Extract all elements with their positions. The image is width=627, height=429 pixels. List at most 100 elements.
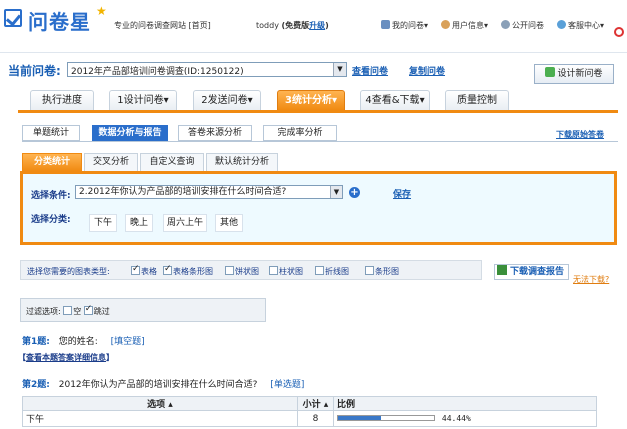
- header-option[interactable]: 选项 ▴: [22, 396, 298, 411]
- tab-default-stats[interactable]: 默认统计分析: [206, 153, 278, 171]
- table-row: 下午 8 44.44%: [22, 410, 597, 427]
- category-other[interactable]: 其他: [215, 214, 243, 232]
- headset-icon: [557, 20, 566, 29]
- chevron-down-icon: ▼: [333, 63, 346, 76]
- filter-option-skip[interactable]: 跳过: [83, 304, 110, 316]
- tab-send[interactable]: 2发送问卷▾: [193, 90, 261, 110]
- logo[interactable]: 问卷星 ★: [4, 4, 107, 34]
- chart-option-table[interactable]: 表格: [131, 264, 157, 277]
- upgrade-link[interactable]: 升级: [309, 21, 325, 30]
- view-survey-text: 查看问卷: [352, 67, 389, 77]
- survey-select-value: 2012年产品部培训问卷调查(ID:1250122): [71, 67, 244, 77]
- checkbox[interactable]: [315, 266, 324, 275]
- tab-label: 质量控制: [457, 95, 497, 106]
- bracket-close: 】: [106, 353, 114, 362]
- view-survey-link[interactable]: 查看问卷: [352, 64, 388, 77]
- tab-label: 4查看&下载: [365, 95, 420, 106]
- topnav-public-surveys[interactable]: 公开问卷: [501, 20, 544, 31]
- subtab-label: 答卷来源分析: [187, 128, 242, 138]
- header-label: 小计: [302, 400, 321, 410]
- tab-cross-analysis[interactable]: 交叉分析: [84, 153, 138, 171]
- subtab-completion[interactable]: 完成率分析: [263, 125, 337, 141]
- checkbox-checked[interactable]: [163, 264, 172, 275]
- tab-design[interactable]: 1设计问卷▾: [109, 90, 177, 110]
- subtab-data-analysis[interactable]: 数据分析与报告: [92, 125, 168, 141]
- slogan: 专业的问卷调查网站 [首页]: [114, 20, 211, 31]
- checkbox[interactable]: [269, 266, 278, 275]
- download-report-button[interactable]: 下载调查报告: [494, 264, 569, 280]
- new-survey-label: 设计新问卷: [557, 69, 603, 79]
- filter-option-label: 空: [73, 307, 82, 316]
- filter-options: 过滤选项: 空 跳过: [20, 298, 266, 322]
- header-label: 比例: [337, 400, 356, 410]
- category-saturday-morning[interactable]: 周六上午: [163, 214, 207, 232]
- topnav-user-info[interactable]: 用户信息▾: [441, 20, 488, 31]
- chart-option-column[interactable]: 柱状图: [269, 266, 303, 277]
- user-edition: toddy (免费版升级): [256, 20, 329, 31]
- chart-option-bar[interactable]: 条形图: [365, 266, 399, 277]
- save-link[interactable]: 保存: [393, 187, 411, 200]
- survey-select[interactable]: 2012年产品部培训问卷调查(ID:1250122) ▼: [67, 62, 347, 77]
- cell-ratio: 44.44%: [333, 410, 597, 427]
- category-afternoon[interactable]: 下午: [89, 214, 117, 232]
- subtab-single-stats[interactable]: 单题统计: [22, 125, 80, 141]
- header-count[interactable]: 小计 ▴: [297, 396, 334, 411]
- tab-analysis[interactable]: 3统计分析▾: [277, 90, 345, 110]
- header-label: 选项: [147, 400, 166, 410]
- ratio-bar: [337, 414, 435, 421]
- tab-category-stats[interactable]: 分类统计: [22, 153, 82, 171]
- bracket-open: 【: [18, 353, 26, 362]
- ratio-bar-fill: [338, 415, 381, 420]
- user-icon: [441, 20, 450, 29]
- header-divider: [0, 52, 627, 53]
- tab-quality[interactable]: 质量控制: [445, 90, 509, 110]
- tab-progress[interactable]: 执行进度: [30, 90, 94, 110]
- chart-option-label: 表格: [141, 267, 157, 276]
- add-condition-icon[interactable]: +: [349, 187, 360, 198]
- filter-option-empty[interactable]: 空: [63, 306, 82, 316]
- condition-label: 选择条件:: [31, 191, 71, 201]
- download-raw-link[interactable]: 下载原始答卷: [556, 129, 604, 140]
- view-answer-details-link[interactable]: 【查看本题答案详细信息】: [18, 352, 114, 363]
- new-survey-button[interactable]: 设计新问卷: [534, 64, 614, 84]
- category-evening[interactable]: 晚上: [125, 214, 153, 232]
- header-ratio: 比例: [333, 396, 597, 411]
- username: toddy: [256, 21, 279, 30]
- condition-select[interactable]: 2.2012年你认为产品部的培训安排在什么时间合适? ▼: [75, 185, 343, 199]
- checkbox[interactable]: [225, 266, 234, 275]
- home-link[interactable]: [首页]: [189, 21, 211, 30]
- tab-custom-query[interactable]: 自定义查询: [140, 153, 204, 171]
- checkbox[interactable]: [63, 306, 73, 315]
- list-icon: [381, 20, 390, 29]
- question-title: 您的姓名:: [58, 337, 98, 347]
- topnav-label: 公开问卷: [512, 21, 544, 30]
- download-report-label: 下载调查报告: [510, 267, 565, 277]
- inner-tab-label: 交叉分析: [92, 157, 129, 167]
- chart-option-table-bar[interactable]: 表格条形图: [163, 264, 213, 277]
- tab-label: 3统计分析: [285, 95, 332, 106]
- chevron-down-icon: ▼: [330, 186, 342, 198]
- chart-option-label: 条形图: [375, 267, 399, 276]
- checkbox[interactable]: [365, 266, 374, 275]
- chart-option-line[interactable]: 折线图: [315, 266, 349, 277]
- inner-tab-label: 自定义查询: [149, 157, 195, 167]
- chart-option-pie[interactable]: 饼状图: [225, 266, 259, 277]
- cant-download-link[interactable]: 无法下载?: [573, 274, 609, 285]
- tab-underline: [18, 110, 618, 113]
- tab-label: 1设计问卷: [117, 95, 164, 106]
- table-header-row: 选项 ▴ 小计 ▴ 比例: [22, 396, 597, 411]
- chart-type-label: 选择您需要的图表类型:: [27, 267, 110, 276]
- topnav-label: 用户信息: [452, 21, 484, 30]
- topnav-support[interactable]: 客服中心▾: [557, 20, 604, 31]
- current-survey-label: 当前问卷:: [8, 64, 61, 78]
- copy-survey-link[interactable]: 复制问卷: [409, 64, 445, 77]
- tab-view-download[interactable]: 4查看&下载▾: [360, 90, 430, 110]
- power-icon[interactable]: [614, 27, 624, 37]
- topnav-my-surveys[interactable]: 我的问卷▾: [381, 20, 428, 31]
- checkbox-checked[interactable]: [83, 304, 93, 315]
- checkbox-checked[interactable]: [131, 264, 140, 275]
- subtab-source-analysis[interactable]: 答卷来源分析: [178, 125, 252, 141]
- edition-label: (免费版: [281, 21, 310, 30]
- report-icon: [497, 265, 507, 275]
- slogan-text: 专业的问卷调查网站: [114, 21, 186, 30]
